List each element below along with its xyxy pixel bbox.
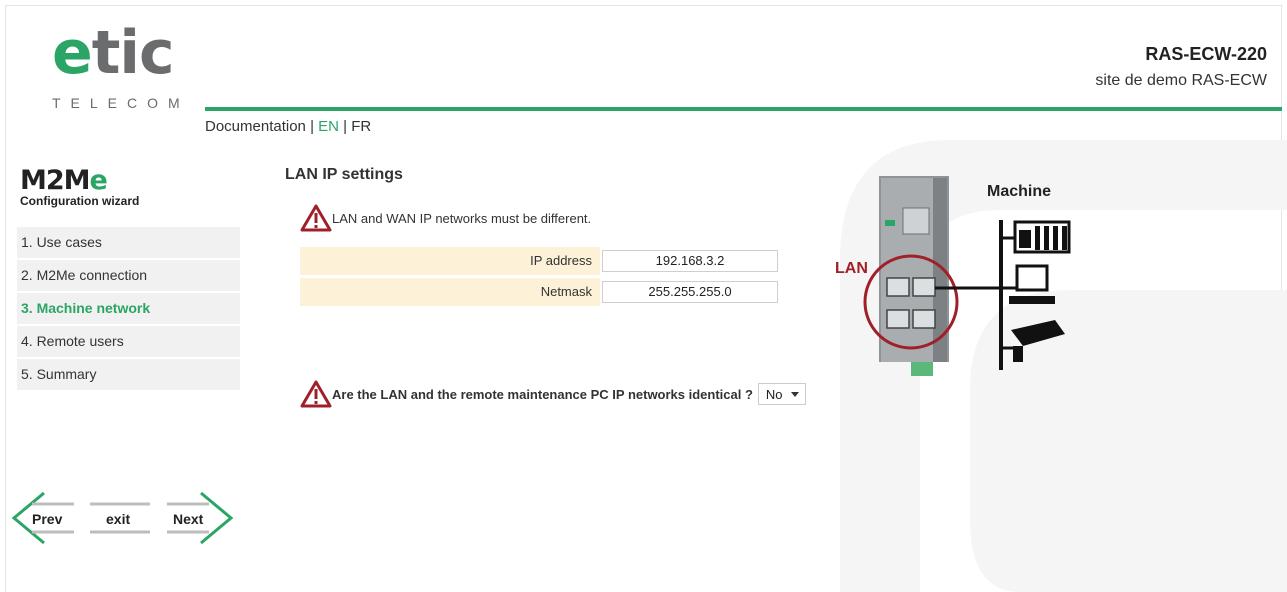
- wizard-steps-nav: 1. Use cases 2. M2Me connection 3. Machi…: [17, 227, 240, 392]
- wizard-subtitle: Configuration wizard: [20, 194, 140, 208]
- ip-address-label: IP address: [300, 247, 600, 275]
- nav-step-remote-users[interactable]: 4. Remote users: [17, 326, 240, 357]
- logo-subtitle: TELECOM: [52, 95, 190, 111]
- network-warning: LAN and WAN IP networks must be differen…: [300, 204, 591, 232]
- separator: |: [338, 118, 352, 135]
- warning-text: LAN and WAN IP networks must be differen…: [332, 210, 592, 226]
- nav-step-use-cases[interactable]: 1. Use cases: [17, 227, 240, 258]
- nav-step-machine-network[interactable]: 3. Machine network: [17, 293, 240, 324]
- separator: |: [305, 118, 319, 135]
- etic-telecom-logo[interactable]: etic TELECOM: [52, 22, 202, 122]
- logo-wordmark: etic: [52, 18, 175, 88]
- warning-icon: [300, 204, 332, 232]
- prev-button[interactable]: Prev: [32, 511, 62, 527]
- header-divider: [205, 107, 1282, 111]
- warning-icon: [300, 380, 332, 408]
- netmask-input[interactable]: [602, 281, 778, 303]
- wizard-logo: M2Me Configuration wizard: [20, 165, 140, 209]
- device-name: RAS-ECW-220: [1145, 44, 1267, 64]
- router-machine-diagram-icon: [863, 176, 1071, 376]
- network-identity-question: Are the LAN and the remote maintenance P…: [300, 380, 806, 408]
- section-title: LAN IP settings: [285, 166, 403, 183]
- site-name: site de demo RAS-ECW: [1095, 72, 1267, 89]
- netmask-label: Netmask: [300, 278, 600, 306]
- doc-language-links: Documentation | EN | FR: [205, 118, 371, 135]
- ip-address-input[interactable]: [602, 250, 778, 272]
- machine-label: Machine: [987, 183, 1052, 200]
- networks-identical-select[interactable]: No: [757, 383, 806, 405]
- question-text: Are the LAN and the remote maintenance P…: [332, 386, 753, 402]
- lang-en-link[interactable]: EN: [318, 118, 339, 135]
- next-button[interactable]: Next: [173, 511, 203, 527]
- form-row: Netmask: [300, 278, 790, 306]
- lan-ip-form: IP address Netmask: [300, 247, 790, 309]
- nav-step-summary[interactable]: 5. Summary: [17, 359, 240, 390]
- network-diagram: [835, 170, 1095, 385]
- nav-step-m2me-connection[interactable]: 2. M2Me connection: [17, 260, 240, 291]
- wizard-pager: Prev exit Next: [10, 490, 240, 550]
- lang-fr-link[interactable]: FR: [351, 118, 371, 135]
- chevron-down-icon: [790, 391, 799, 397]
- m2me-wordmark: M2Me: [20, 165, 108, 196]
- form-row: IP address: [300, 247, 790, 275]
- exit-button[interactable]: exit: [106, 511, 130, 527]
- documentation-link[interactable]: Documentation: [205, 118, 306, 135]
- lan-label: LAN: [835, 260, 868, 277]
- select-value: No: [765, 386, 783, 402]
